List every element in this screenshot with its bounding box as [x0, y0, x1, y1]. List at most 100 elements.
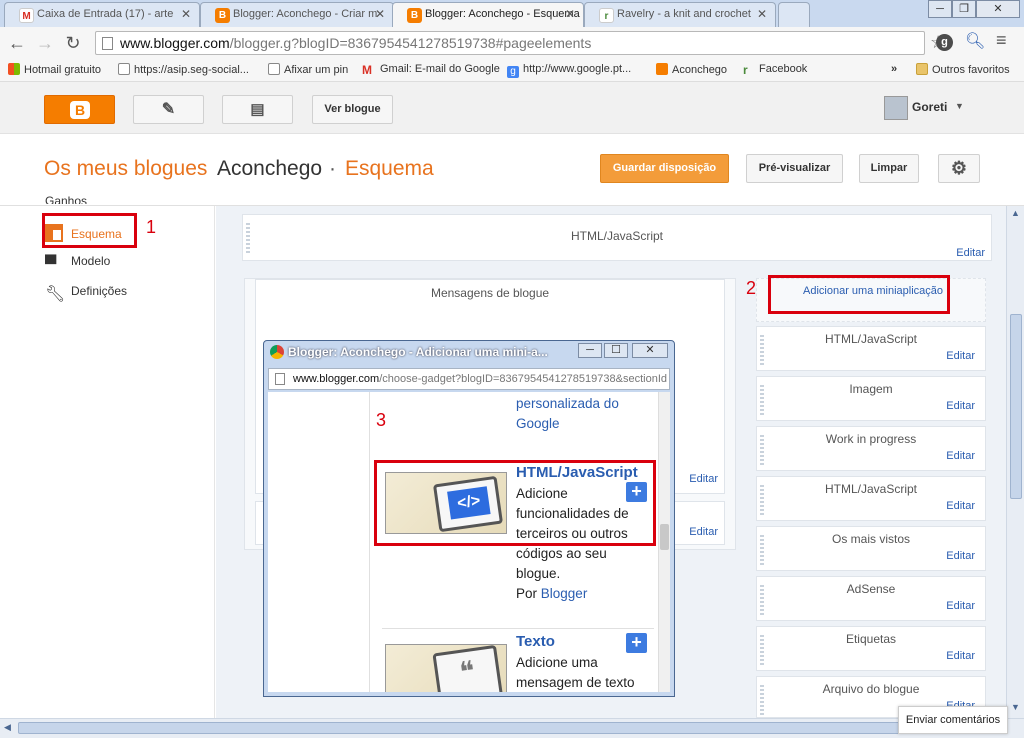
scroll-up-icon[interactable]: ▲	[1011, 208, 1020, 218]
scrollbar-thumb[interactable]	[18, 722, 978, 734]
scrollbar-thumb[interactable]	[660, 524, 669, 550]
gadget-right-adsense[interactable]: AdSense Editar	[756, 576, 986, 621]
edit-link[interactable]: Editar	[956, 247, 985, 259]
my-blogs-link[interactable]: Os meus blogues	[44, 157, 207, 181]
horizontal-scrollbar[interactable]: ◀	[0, 718, 1024, 738]
reload-icon[interactable]: ↻	[62, 32, 84, 54]
popup-address-bar[interactable]: www.blogger.com/choose-gadget?blogID=836…	[268, 368, 670, 390]
clear-button[interactable]: Limpar	[859, 154, 919, 183]
sidebar-item-partial[interactable]: Ganhos	[45, 194, 87, 204]
close-icon[interactable]: ✕	[375, 7, 385, 21]
gadget-top-html[interactable]: HTML/JavaScript Editar	[242, 214, 992, 261]
bookmark-aconchego[interactable]: Aconchego	[656, 63, 727, 76]
bookmark-label: https://asip.seg-social...	[134, 64, 249, 76]
bookmark-hotmail[interactable]: Hotmail gratuito	[8, 63, 101, 76]
edit-link[interactable]: Editar	[689, 526, 718, 538]
gadget-right-html-1[interactable]: HTML/JavaScript Editar	[756, 326, 986, 371]
html-gadget-thumbnail[interactable]: </>	[385, 472, 507, 534]
gear-icon: ⚙	[950, 158, 968, 178]
search-extension-icon[interactable]: 🔍︎	[965, 31, 985, 51]
gadget-right-wip[interactable]: Work in progress Editar	[756, 426, 986, 471]
close-window-button[interactable]: ✕	[976, 0, 1020, 18]
bookmark-gmail[interactable]: M Gmail: E-mail do Google	[362, 63, 500, 77]
chrome-icon	[270, 345, 284, 359]
settings-button[interactable]: ⚙	[938, 154, 980, 183]
minimize-window-button[interactable]: ─	[928, 0, 952, 18]
bookmarks-overflow-button[interactable]: »	[891, 63, 897, 75]
add-text-gadget-button[interactable]: +	[626, 633, 647, 653]
layout-icon	[45, 224, 63, 242]
preview-button[interactable]: Pré-visualizar	[746, 154, 843, 183]
close-icon[interactable]: ✕	[757, 7, 767, 21]
gadget-right-html-2[interactable]: HTML/JavaScript Editar	[756, 476, 986, 521]
tab-blogger-criar[interactable]: B Blogger: Aconchego - Criar m ✕	[200, 2, 394, 27]
author-link[interactable]: Blogger	[541, 586, 588, 601]
text-gadget-thumbnail[interactable]: ❝	[385, 644, 507, 692]
sidebar-item-definicoes[interactable]: 🔧︎ Definições	[45, 284, 127, 304]
edit-link[interactable]: Editar	[946, 350, 975, 362]
scroll-down-icon[interactable]: ▼	[1011, 702, 1020, 712]
maximize-window-button[interactable]: ☐	[604, 343, 628, 358]
edit-link[interactable]: Editar	[946, 500, 975, 512]
edit-link[interactable]: Editar	[946, 450, 975, 462]
blog-name: Aconchego	[217, 157, 323, 180]
blogger-logo-button[interactable]: B	[44, 95, 115, 124]
address-bar[interactable]: www.blogger.com/blogger.g?blogID=8367954…	[95, 31, 925, 55]
edit-link[interactable]: Editar	[946, 650, 975, 662]
bookmark-pin[interactable]: Afixar um pin	[268, 63, 348, 76]
tab-gmail[interactable]: M Caixa de Entrada (17) - arte ✕	[4, 2, 200, 27]
close-icon[interactable]: ✕	[565, 7, 575, 21]
ravelry-icon: r	[599, 8, 614, 23]
prev-gadget-text[interactable]: personalizada do	[516, 396, 619, 411]
bookmark-seg-social[interactable]: https://asip.seg-social...	[118, 63, 249, 76]
gadget-right-image[interactable]: Imagem Editar	[756, 376, 986, 421]
bookmark-other-folder[interactable]: Outros favoritos	[916, 63, 1010, 76]
gadget-label: Etiquetas	[845, 632, 897, 646]
vertical-scrollbar[interactable]: ▲ ▼	[1006, 206, 1024, 718]
gadget-label: Work in progress	[825, 432, 917, 446]
sidebar-item-modelo[interactable]: ▀ Modelo	[45, 254, 110, 274]
add-html-gadget-button[interactable]: +	[626, 482, 647, 502]
close-window-button[interactable]: ✕	[632, 343, 668, 358]
tab-ravelry[interactable]: r Ravelry - a knit and crochet ✕	[584, 2, 776, 27]
bookmarks-bar: Hotmail gratuito https://asip.seg-social…	[0, 59, 1024, 82]
minimize-window-button[interactable]: ─	[578, 343, 602, 358]
bookmark-google[interactable]: g http://www.google.pt...	[507, 63, 631, 78]
page-icon	[102, 37, 113, 50]
view-posts-button[interactable]: ▤	[222, 95, 293, 124]
close-icon[interactable]: ✕	[181, 7, 191, 21]
menu-icon[interactable]: ≡	[996, 30, 1007, 51]
add-gadget-area[interactable]: Adicionar uma miniaplicação	[756, 278, 986, 322]
gadget-right-popular[interactable]: Os mais vistos Editar	[756, 526, 986, 571]
edit-link[interactable]: Editar	[946, 600, 975, 612]
page-title: Esquema	[345, 157, 434, 180]
prev-gadget-text[interactable]: Google	[516, 416, 560, 431]
sidebar-item-esquema[interactable]: Esquema	[45, 224, 122, 242]
back-arrow-icon[interactable]: ←	[6, 32, 28, 54]
send-feedback-button[interactable]: Enviar comentários	[898, 706, 1008, 734]
annotation-number-3: 3	[376, 410, 387, 430]
new-tab-button[interactable]	[778, 2, 810, 27]
save-layout-button[interactable]: Guardar disposição	[600, 154, 729, 183]
chevron-down-icon[interactable]: ▼	[955, 101, 964, 111]
user-name[interactable]: Goreti	[912, 100, 947, 114]
new-post-button[interactable]: ✎	[133, 95, 204, 124]
view-blog-button[interactable]: Ver blogue	[312, 95, 393, 124]
edit-link[interactable]: Editar	[946, 400, 975, 412]
gadget-title-html[interactable]: HTML/JavaScript	[516, 464, 638, 481]
scrollbar-thumb[interactable]	[1010, 314, 1022, 499]
restore-window-button[interactable]: ❐	[952, 0, 976, 18]
bookmark-facebook[interactable]: r Facebook	[743, 63, 807, 77]
forward-arrow-icon[interactable]: →	[34, 32, 56, 54]
add-gadget-link[interactable]: Adicionar uma miniaplicação	[803, 285, 943, 297]
scroll-left-icon[interactable]: ◀	[4, 722, 11, 733]
gadget-title-text[interactable]: Texto	[516, 633, 555, 650]
avatar[interactable]	[884, 96, 908, 120]
edit-link[interactable]: Editar	[946, 550, 975, 562]
popup-scrollbar[interactable]	[658, 392, 670, 692]
tab-blogger-esquema[interactable]: B Blogger: Aconchego - Esquema ✕	[392, 2, 584, 27]
extension-g-icon[interactable]: g	[936, 34, 953, 51]
edit-link[interactable]: Editar	[689, 473, 718, 485]
desc-line: códigos ao seu	[516, 546, 607, 561]
gadget-right-labels[interactable]: Etiquetas Editar	[756, 626, 986, 671]
